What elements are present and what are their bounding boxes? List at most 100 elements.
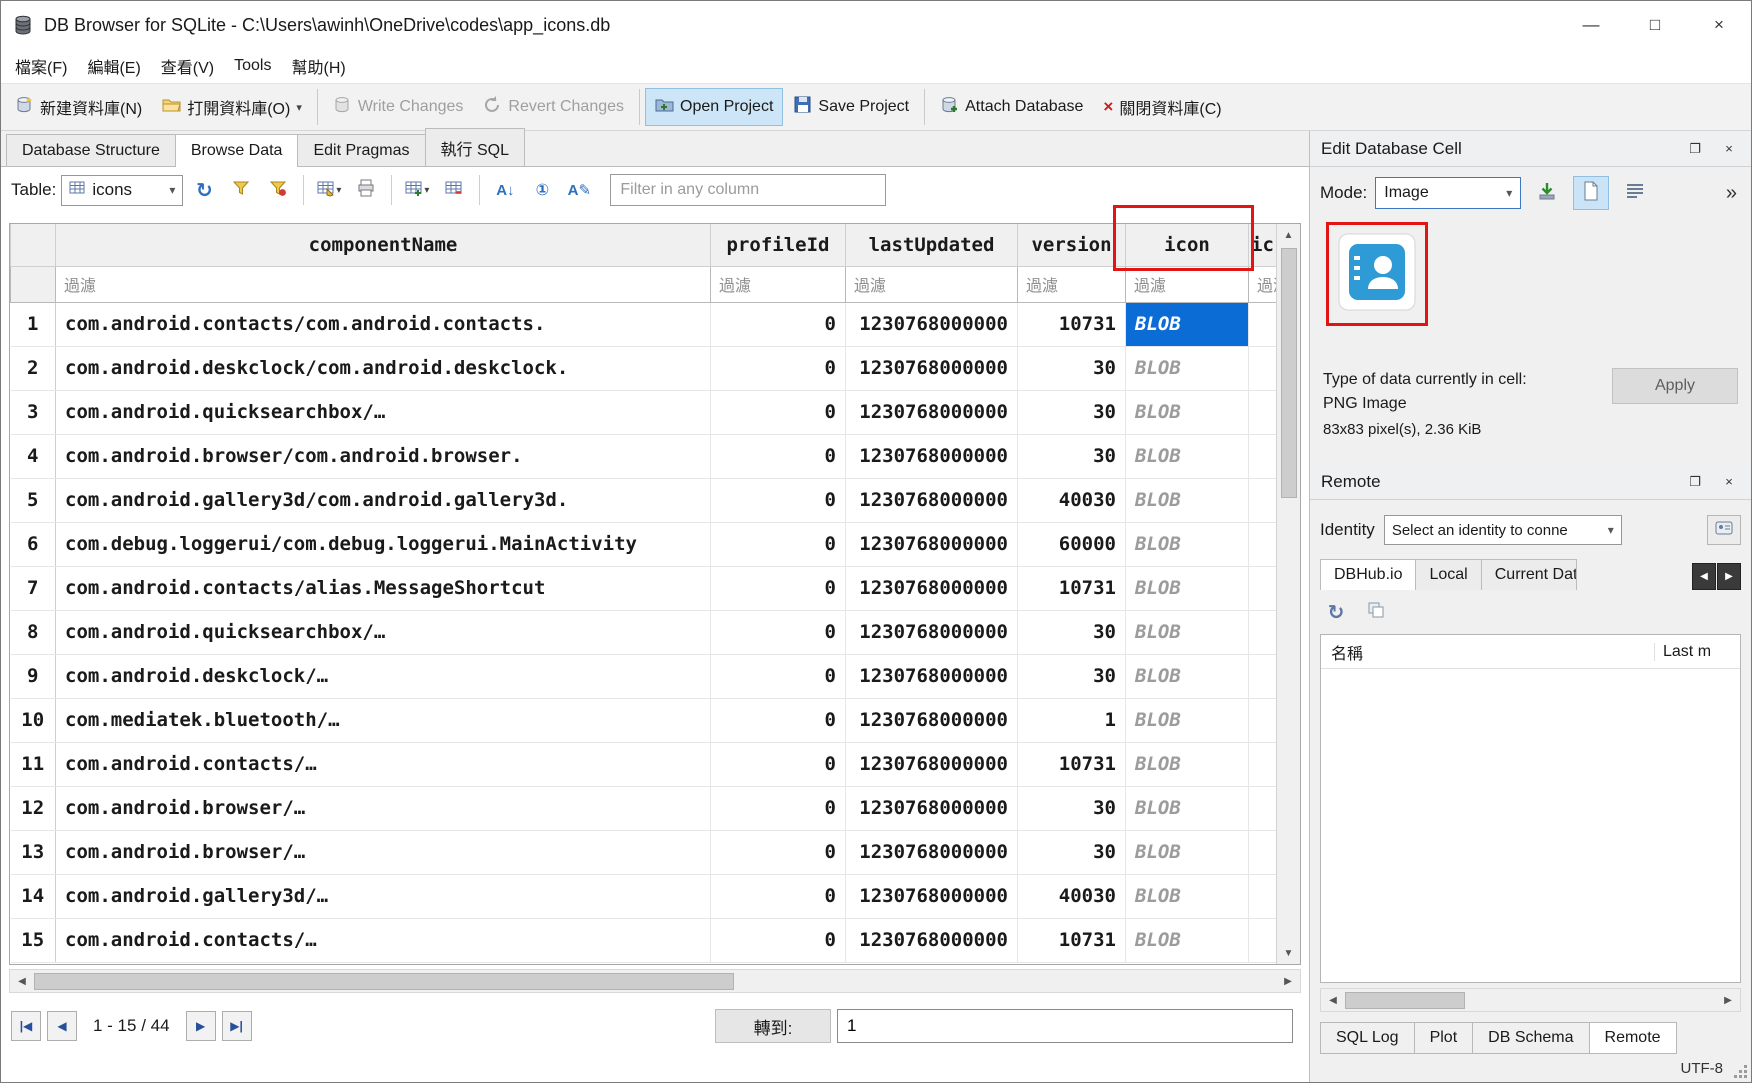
- clear-filter-button[interactable]: [262, 174, 294, 206]
- row-number[interactable]: 3: [11, 390, 56, 434]
- cell-componentName[interactable]: com.android.contacts/…: [56, 918, 711, 962]
- cell-icon[interactable]: BLOB: [1126, 830, 1249, 874]
- filter-button[interactable]: [225, 174, 257, 206]
- next-page-button[interactable]: ▶: [186, 1011, 216, 1041]
- cell-partial[interactable]: [1249, 390, 1277, 434]
- scroll-up-icon[interactable]: ▲: [1277, 224, 1300, 246]
- cell-partial[interactable]: [1249, 434, 1277, 478]
- cell-componentName[interactable]: com.android.contacts/alias.MessageShortc…: [56, 566, 711, 610]
- cell-profileId[interactable]: 0: [711, 786, 846, 830]
- apply-button[interactable]: Apply: [1612, 368, 1738, 404]
- cell-partial[interactable]: [1249, 522, 1277, 566]
- cell-lastUpdated[interactable]: 1230768000000: [846, 698, 1018, 742]
- cell-version[interactable]: 1: [1018, 698, 1126, 742]
- cell-componentName[interactable]: com.android.quicksearchbox/…: [56, 390, 711, 434]
- cell-lastUpdated[interactable]: 1230768000000: [846, 478, 1018, 522]
- filter-componentName[interactable]: 過濾: [56, 266, 711, 302]
- image-view-button[interactable]: [1573, 176, 1609, 210]
- cell-partial[interactable]: [1249, 698, 1277, 742]
- prev-page-button[interactable]: ◀: [47, 1011, 77, 1041]
- cell-profileId[interactable]: 0: [711, 654, 846, 698]
- tab-sql-log[interactable]: SQL Log: [1320, 1022, 1415, 1054]
- close-panel-icon[interactable]: ×: [1718, 471, 1740, 493]
- float-panel-icon[interactable]: ❐: [1684, 471, 1706, 493]
- tab-execute-sql[interactable]: 執行 SQL: [425, 128, 525, 166]
- cell-icon[interactable]: BLOB: [1126, 522, 1249, 566]
- cell-version[interactable]: 40030: [1018, 874, 1126, 918]
- minimize-button[interactable]: —: [1559, 1, 1623, 49]
- cell-profileId[interactable]: 0: [711, 346, 846, 390]
- cell-profileId[interactable]: 0: [711, 390, 846, 434]
- cell-partial[interactable]: [1249, 874, 1277, 918]
- cell-lastUpdated[interactable]: 1230768000000: [846, 434, 1018, 478]
- tab-dbhub[interactable]: DBHub.io: [1320, 559, 1416, 590]
- export-table-button[interactable]: ▾: [313, 174, 345, 206]
- menu-edit[interactable]: 編輯(E): [77, 49, 150, 83]
- text-view-button[interactable]: [1617, 176, 1653, 210]
- cell-lastUpdated[interactable]: 1230768000000: [846, 566, 1018, 610]
- table-horizontal-scrollbar[interactable]: ◀ ▶: [9, 969, 1301, 993]
- cell-version[interactable]: 30: [1018, 390, 1126, 434]
- cell-version[interactable]: 30: [1018, 830, 1126, 874]
- cell-componentName[interactable]: com.debug.loggerui/com.debug.loggerui.Ma…: [56, 522, 711, 566]
- import-data-button[interactable]: [1529, 176, 1565, 210]
- row-number[interactable]: 13: [11, 830, 56, 874]
- remote-horizontal-scrollbar[interactable]: ◀ ▶: [1320, 988, 1741, 1012]
- cell-partial[interactable]: [1249, 346, 1277, 390]
- cell-icon[interactable]: BLOB: [1126, 698, 1249, 742]
- identity-select[interactable]: Select an identity to conne ▾: [1384, 515, 1622, 545]
- cell-partial[interactable]: [1249, 610, 1277, 654]
- row-number[interactable]: 14: [11, 874, 56, 918]
- goto-button[interactable]: 轉到:: [715, 1009, 831, 1043]
- scroll-left-icon[interactable]: ◀: [10, 970, 34, 992]
- cell-componentName[interactable]: com.android.contacts/…: [56, 742, 711, 786]
- cell-icon[interactable]: BLOB: [1126, 390, 1249, 434]
- cell-lastUpdated[interactable]: 1230768000000: [846, 918, 1018, 962]
- edit-display-format-button[interactable]: A✎: [563, 174, 595, 206]
- cell-profileId[interactable]: 0: [711, 874, 846, 918]
- tab-local[interactable]: Local: [1415, 559, 1481, 590]
- cell-lastUpdated[interactable]: 1230768000000: [846, 742, 1018, 786]
- tab-db-schema[interactable]: DB Schema: [1472, 1022, 1589, 1054]
- tab-browse-data[interactable]: Browse Data: [175, 134, 299, 167]
- delete-record-button[interactable]: [438, 174, 470, 206]
- close-database-button[interactable]: × 關閉資料庫(C): [1093, 88, 1231, 126]
- cell-partial[interactable]: [1249, 478, 1277, 522]
- cell-icon[interactable]: BLOB: [1126, 742, 1249, 786]
- close-panel-icon[interactable]: ×: [1718, 138, 1740, 160]
- remote-column-last-modified[interactable]: Last m: [1654, 643, 1740, 661]
- column-header-lastUpdated[interactable]: lastUpdated: [846, 224, 1018, 266]
- menu-file[interactable]: 檔案(F): [5, 49, 77, 83]
- cell-version[interactable]: 30: [1018, 346, 1126, 390]
- write-changes-button[interactable]: Write Changes: [323, 88, 474, 126]
- remote-clone-button[interactable]: [1360, 596, 1392, 628]
- menu-view[interactable]: 查看(V): [151, 49, 224, 83]
- cell-icon[interactable]: BLOB: [1126, 302, 1249, 346]
- cell-lastUpdated[interactable]: 1230768000000: [846, 346, 1018, 390]
- last-page-button[interactable]: ▶|: [222, 1011, 252, 1041]
- cell-icon[interactable]: BLOB: [1126, 434, 1249, 478]
- cell-profileId[interactable]: 0: [711, 610, 846, 654]
- column-header-profileId[interactable]: profileId: [711, 224, 846, 266]
- vertical-scroll-thumb[interactable]: [1281, 248, 1297, 498]
- cell-componentName[interactable]: com.mediatek.bluetooth/…: [56, 698, 711, 742]
- corner-header[interactable]: [11, 224, 56, 266]
- first-page-button[interactable]: |◀: [11, 1011, 41, 1041]
- sort-button[interactable]: A↓: [489, 174, 521, 206]
- cell-lastUpdated[interactable]: 1230768000000: [846, 874, 1018, 918]
- open-project-button[interactable]: Open Project: [645, 88, 783, 126]
- cell-lastUpdated[interactable]: 1230768000000: [846, 302, 1018, 346]
- cell-profileId[interactable]: 0: [711, 566, 846, 610]
- cell-icon[interactable]: BLOB: [1126, 918, 1249, 962]
- cell-componentName[interactable]: com.android.browser/…: [56, 830, 711, 874]
- cell-profileId[interactable]: 0: [711, 434, 846, 478]
- cell-lastUpdated[interactable]: 1230768000000: [846, 522, 1018, 566]
- cell-profileId[interactable]: 0: [711, 742, 846, 786]
- column-header-componentName[interactable]: componentName: [56, 224, 711, 266]
- cell-partial[interactable]: [1249, 302, 1277, 346]
- new-database-button[interactable]: 新建資料庫(N): [5, 88, 152, 126]
- attach-database-button[interactable]: Attach Database: [930, 88, 1093, 126]
- float-panel-icon[interactable]: ❐: [1684, 138, 1706, 160]
- cell-lastUpdated[interactable]: 1230768000000: [846, 610, 1018, 654]
- panel-overflow-icon[interactable]: »: [1726, 182, 1741, 205]
